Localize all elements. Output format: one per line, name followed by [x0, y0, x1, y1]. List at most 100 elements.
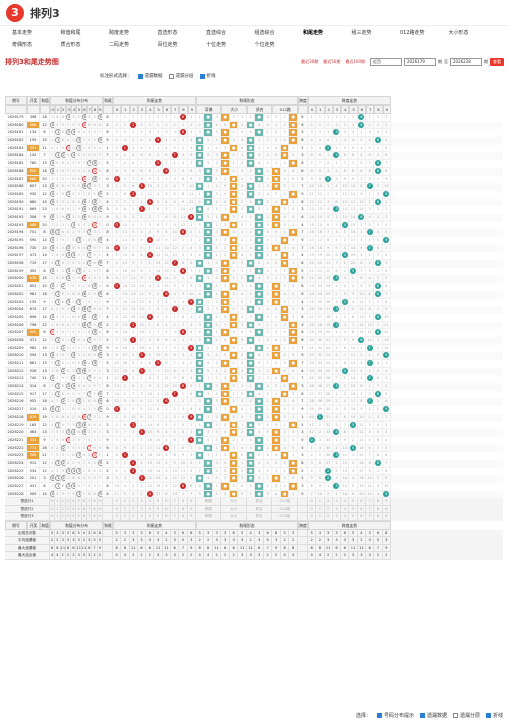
span-trend-cell: 18	[324, 313, 333, 322]
nav-item[interactable]: 百位走势	[158, 40, 207, 52]
tail-trend-cell: 7	[187, 398, 196, 407]
shape-cell: ■	[272, 436, 281, 445]
tail-trend-cell: 1	[171, 313, 180, 322]
span-trend-cell: 3	[349, 467, 358, 476]
nav-item[interactable]: 十位走势	[206, 40, 255, 52]
query-button[interactable]: 查看	[490, 58, 504, 66]
tail-ball: 9	[188, 413, 195, 420]
period-cell: 2026224	[5, 459, 27, 468]
shape-cell: 5	[246, 175, 256, 184]
shape-cell: ■	[204, 121, 213, 130]
tail-ball: 6	[163, 444, 170, 451]
span-trend-cell: 2	[382, 252, 391, 261]
shape-cell: 2	[221, 367, 230, 376]
nav-item[interactable]: 直选综合	[206, 28, 255, 40]
tail-trend-cell: 13	[121, 244, 130, 253]
option-layer-checkbox[interactable]	[168, 73, 174, 79]
nav-item[interactable]: 大小形态	[449, 28, 498, 40]
shape-cell: 1	[212, 252, 222, 261]
tail-trend-cell: 5	[171, 144, 180, 153]
nav-item[interactable]: 基本走势	[12, 28, 61, 40]
shape-cell: 1	[289, 221, 298, 230]
footer-hint-checkbox[interactable]	[376, 712, 382, 718]
option-missing-checkbox[interactable]	[137, 73, 143, 79]
period-cell: 2026211	[5, 360, 27, 368]
predict-row[interactable]: 预选行1 0 1 2 3 4 5 6 7 8 9 0 1 2 3 4 5 6 7 8 9 奇偶 大小 质合 012路 0 1 2 3 4 5…	[5, 498, 503, 506]
tail-trend-cell: 3	[129, 144, 138, 153]
footer-line-checkbox[interactable]	[485, 712, 491, 718]
nav-item[interactable]: 和尾走势	[303, 28, 352, 40]
span-trend-cell: 4	[341, 367, 350, 376]
shape-cell: 5	[212, 475, 222, 483]
range-select[interactable]: 近百	[370, 58, 402, 66]
recent-50-link[interactable]: 最近50期	[323, 59, 340, 65]
tail-trend-cell: 1	[162, 175, 172, 184]
shape-cell: 2	[238, 313, 247, 322]
shape-cell: 5	[229, 152, 239, 161]
sum-cell: 22	[40, 321, 50, 330]
recent-100-link[interactable]: 最近100期	[345, 59, 365, 65]
footer-missing-checkbox[interactable]	[419, 712, 425, 718]
span-trend-cell: 6	[307, 483, 317, 491]
span-trend-cell: 7	[341, 421, 350, 430]
recent-30-link[interactable]: 最近30期	[301, 59, 318, 65]
nav-item[interactable]: 组三走势	[352, 28, 401, 40]
period-cell: 2026192	[5, 213, 27, 222]
shape-cell: 3	[229, 483, 239, 491]
chart-title: 排列3和尾走势图	[5, 58, 59, 66]
shape-cell: 4	[263, 267, 273, 276]
option-line-checkbox[interactable]	[199, 73, 205, 79]
blank	[40, 105, 50, 114]
nav-item[interactable]: 二码走势	[109, 40, 158, 52]
tail-cell: 2	[102, 190, 113, 199]
tail-ball: 0	[113, 221, 120, 228]
stats-value: 2	[221, 552, 230, 560]
tail-trend-cell: 11	[112, 490, 122, 499]
period-cell: 2026193	[5, 221, 27, 230]
tail-trend-cell: 3	[137, 367, 147, 376]
tail-trend-cell: 5	[154, 313, 163, 322]
tail-trend-cell: 4	[146, 198, 155, 207]
tail-trend-cell: 3	[129, 444, 138, 453]
span-trend-cell: 3	[324, 198, 333, 207]
nav-item[interactable]: 跨度走势	[109, 28, 158, 40]
tail-trend-cell: 2	[137, 444, 147, 453]
tail-trend-cell: 2	[121, 467, 130, 476]
nav-item[interactable]: 质合形态	[61, 40, 110, 52]
tail-trend-cell: 5	[112, 444, 122, 453]
nav-item[interactable]: 和值和尾	[61, 28, 110, 40]
footer-layer-checkbox[interactable]	[452, 712, 458, 718]
span-trend-cell: 18	[307, 244, 317, 253]
from-period-input[interactable]: 2026179	[404, 58, 436, 66]
shape-cell: 3	[238, 244, 247, 253]
shape-cell: 1	[238, 229, 247, 237]
nav-item[interactable]: 组选综合	[255, 28, 304, 40]
predict-row[interactable]: 预选行3 0 1 2 3 4 5 6 7 8 9 0 1 2 3 4 5 6 7 8 9 奇偶 大小 质合 012路 0 1 2 3 4 5…	[5, 513, 503, 521]
tail-trend-cell: 3	[162, 313, 172, 322]
logo-icon: 3	[6, 3, 24, 22]
span-trend-cell: 4	[341, 252, 350, 261]
open-number-cell: 796	[27, 321, 40, 330]
predict-row[interactable]: 预选行2 0 1 2 3 4 5 6 7 8 9 0 1 2 3 4 5 6 7 8 9 奇偶 大小 质合 012路 0 1 2 3 4 5…	[5, 505, 503, 514]
shape-cell: ■	[246, 206, 256, 214]
nav-item[interactable]: 直选形态	[158, 28, 207, 40]
stats-value: 3	[137, 529, 147, 538]
tail-trend-cell: 3	[146, 336, 155, 345]
tail-trend-cell: 10	[154, 237, 163, 245]
nav-item[interactable]: 奇偶形态	[12, 40, 61, 52]
tail-trend-cell: 7	[146, 160, 155, 168]
tail-trend-cell: 10	[162, 244, 172, 253]
span-trend-cell: 3	[332, 229, 342, 237]
span-trend-cell: 7	[332, 375, 342, 384]
span-trend-cell: 19	[324, 321, 333, 330]
shape-cell: 5	[246, 252, 256, 261]
tail-trend-cell: 17	[146, 444, 155, 453]
span-trend-cell: 11	[349, 190, 358, 199]
nav-item[interactable]: 个位走势	[255, 40, 304, 52]
span-trend-cell: 1	[307, 114, 317, 122]
nav-item[interactable]: 012路走势	[400, 28, 449, 40]
span-trend-cell: 9	[382, 237, 391, 245]
to-period-input[interactable]: 2026228	[450, 58, 482, 66]
shape-cell: 2	[229, 167, 239, 176]
footer-options: 选择： 号码分布提示 遗漏数据 遗漏分层 折线	[0, 708, 509, 722]
